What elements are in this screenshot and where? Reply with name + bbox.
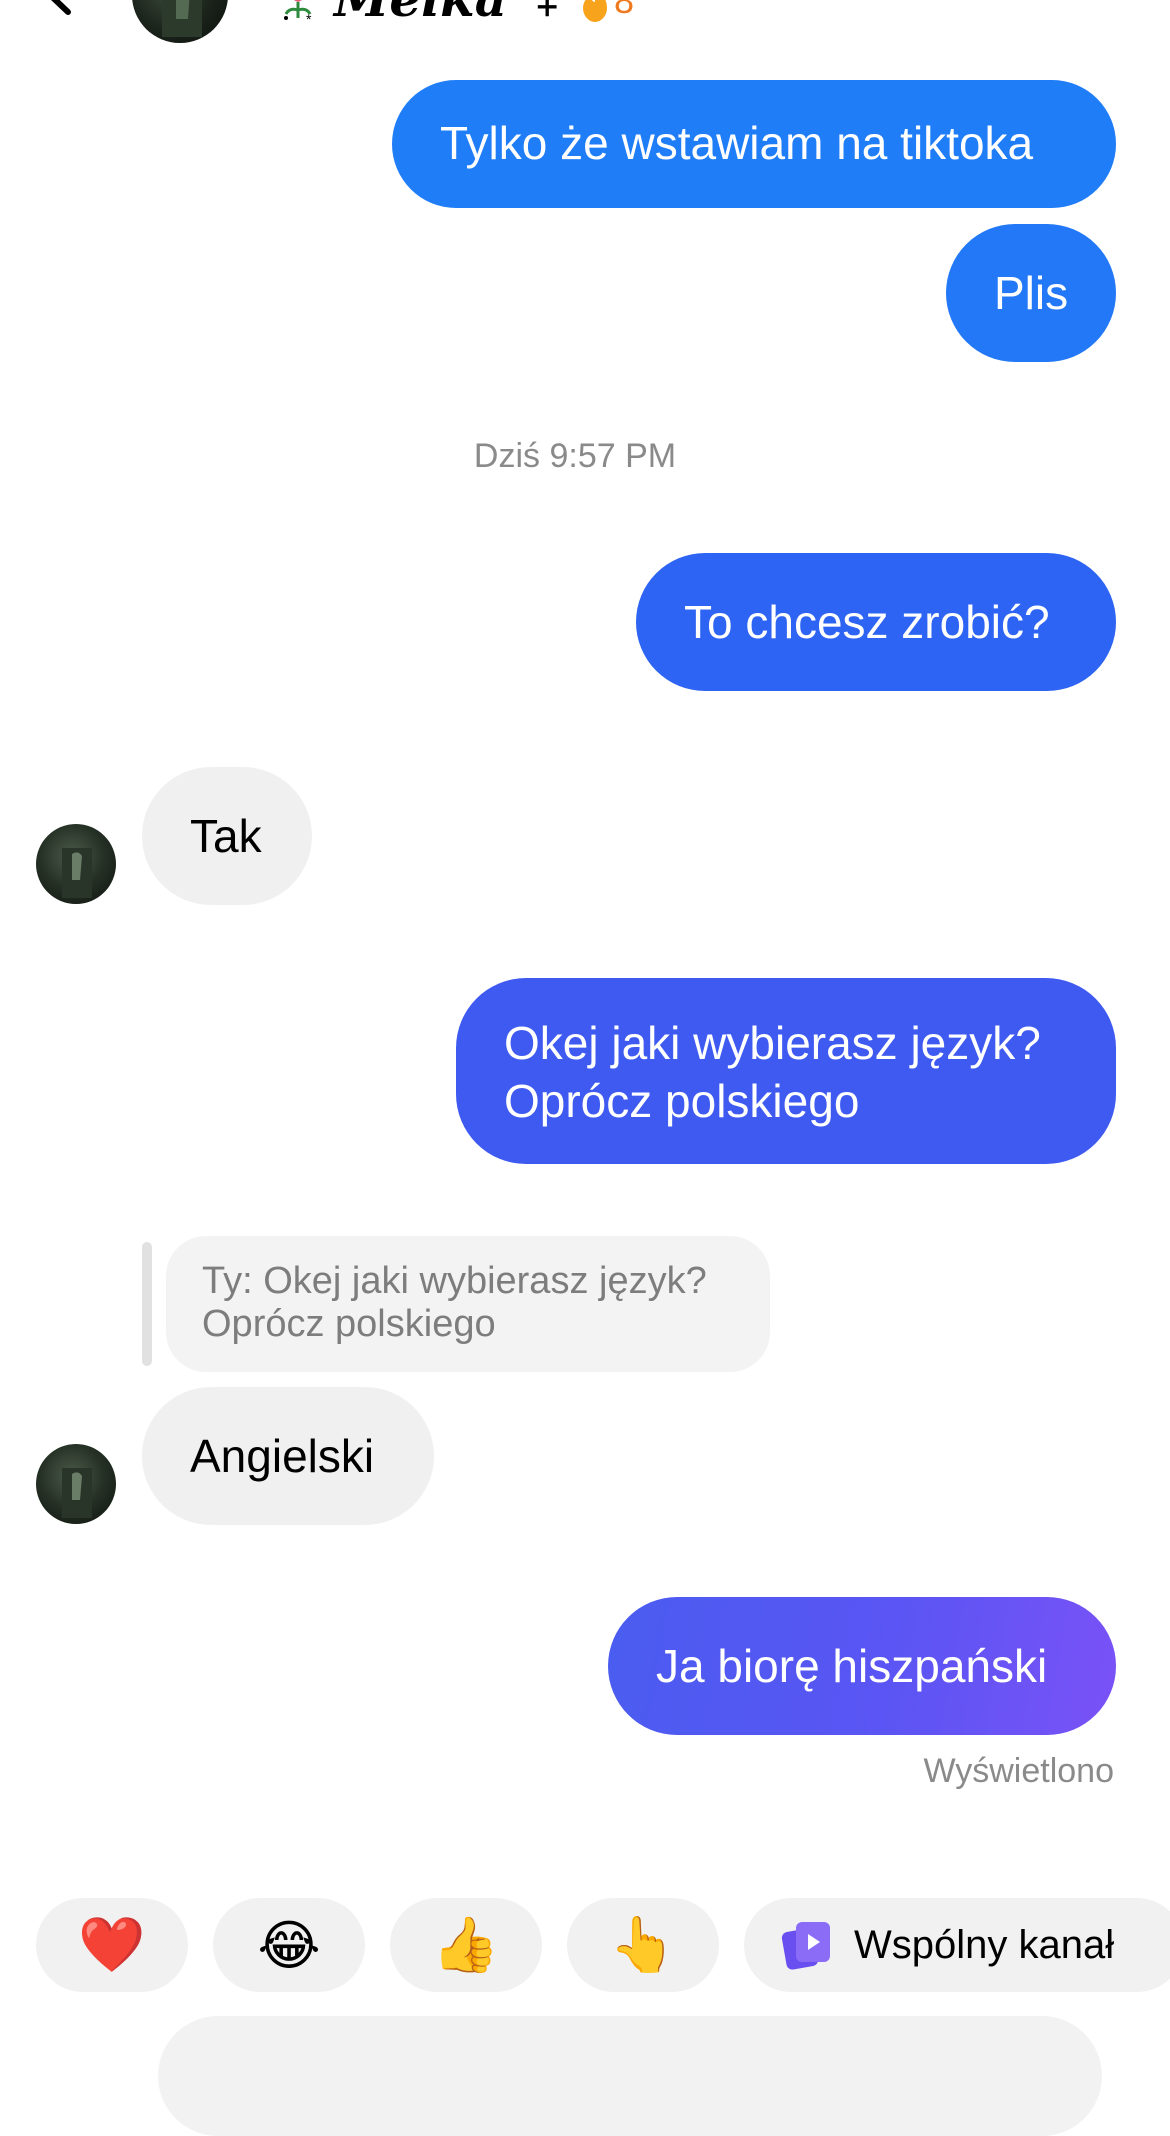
seen-status: Wyświetlono	[923, 1752, 1114, 1790]
incoming-message[interactable]: Angielski	[142, 1387, 434, 1525]
chevron-left-icon[interactable]	[36, 0, 82, 16]
pointing-hand-emoji-icon: 👆	[609, 1914, 677, 1975]
message-text: Ja biorę hiszpański	[656, 1640, 1048, 1692]
message-text-line: Okej jaki wybierasz język?	[504, 1017, 1041, 1069]
ellipsis-icon[interactable]	[1036, 0, 1104, 6]
shared-channel-button[interactable]: Wspólny kanał	[744, 1898, 1170, 1992]
name-suffix: +	[534, 0, 560, 24]
shared-channel-label: Wspólny kanał	[854, 1922, 1115, 1967]
message-text: Tylko że wstawiam na tiktoka	[440, 117, 1034, 169]
message-composer[interactable]	[158, 2016, 1102, 2136]
message-text: Angielski	[190, 1430, 375, 1482]
quick-reaction-heart[interactable]: ❤️	[36, 1898, 188, 1992]
quick-reaction-thumbs-up[interactable]: 👍	[390, 1898, 542, 1992]
heart-emoji-icon: ❤️	[78, 1914, 146, 1975]
message-text: Tak	[190, 810, 262, 862]
streak-badge: 8	[580, 0, 650, 24]
message-text: Plis	[994, 267, 1069, 319]
contact-avatar-small[interactable]	[36, 1444, 116, 1524]
reply-quote-line: Oprócz polskiego	[202, 1303, 496, 1345]
outgoing-message[interactable]: Tylko że wstawiam na tiktoka	[392, 80, 1116, 208]
contact-avatar[interactable]	[132, 0, 228, 43]
thumbs-up-emoji-icon: 👍	[432, 1914, 500, 1975]
quick-reaction-point[interactable]: 👆	[567, 1898, 719, 1992]
incoming-message[interactable]: Tak	[142, 767, 312, 905]
message-text-line: Oprócz polskiego	[504, 1075, 860, 1127]
contact-name[interactable]: Melka +	[262, 0, 560, 32]
outgoing-message[interactable]: Ja biorę hiszpański	[608, 1597, 1116, 1735]
reply-quote-line: Ty: Okej jaki wybierasz język?	[202, 1260, 707, 1302]
fire-icon	[583, 0, 607, 22]
quick-reaction-laugh[interactable]: 😂	[213, 1898, 365, 1992]
shared-channel-icon	[781, 1922, 830, 1970]
laughing-emoji-icon: 😂	[257, 1915, 321, 1976]
outgoing-message[interactable]: To chcesz zrobić?	[636, 553, 1116, 691]
outgoing-message[interactable]: Okej jaki wybierasz język? Oprócz polski…	[456, 978, 1116, 1164]
message-timestamp: Dziś 9:57 PM	[473, 437, 677, 475]
streak-count: 8	[614, 0, 635, 21]
outgoing-message[interactable]: Plis	[946, 224, 1116, 362]
reply-indicator-bar	[142, 1242, 152, 1366]
reply-quote[interactable]: Ty: Okej jaki wybierasz język? Oprócz po…	[166, 1236, 770, 1372]
message-text: To chcesz zrobić?	[684, 596, 1050, 648]
contact-avatar-small[interactable]	[36, 824, 116, 904]
